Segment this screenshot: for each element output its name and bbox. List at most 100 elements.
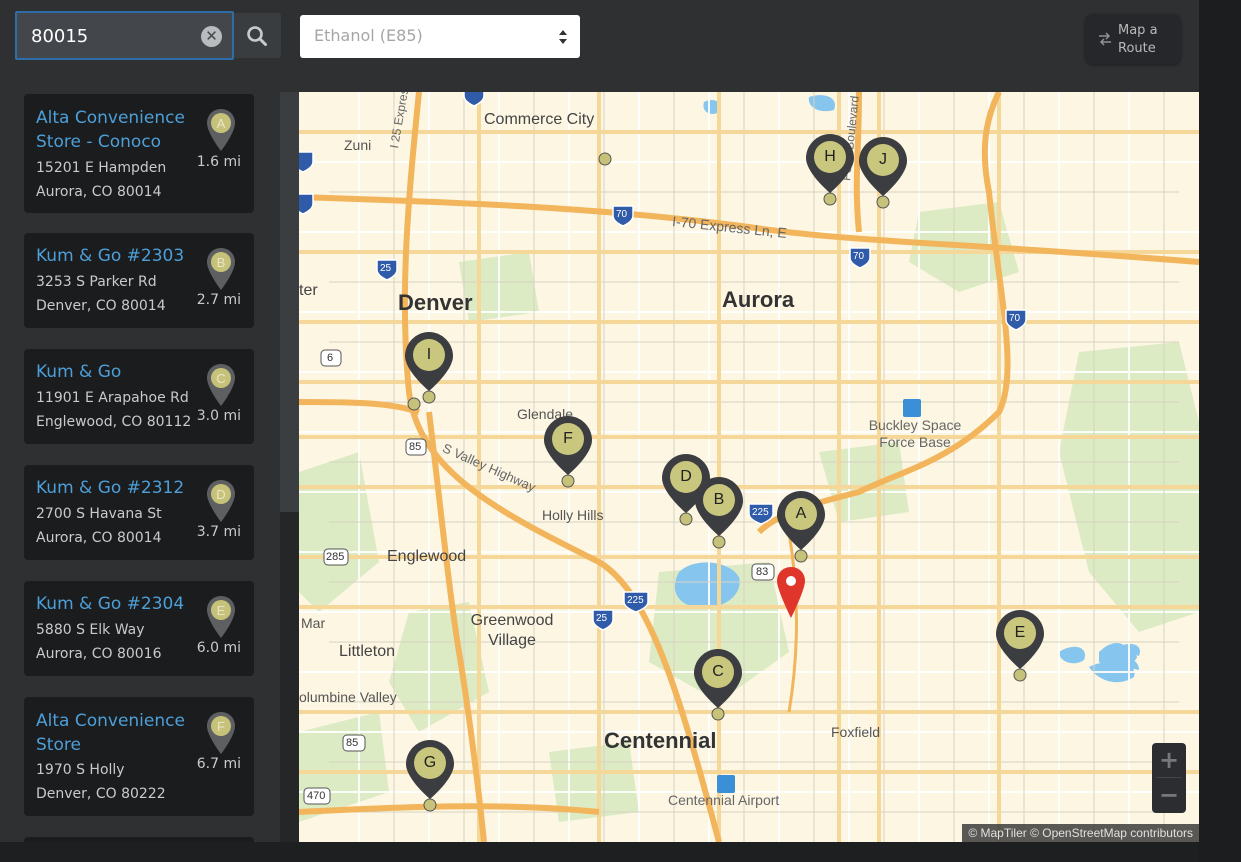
- station-marker-icon: C: [207, 364, 235, 406]
- map-label-ter: ter: [299, 282, 318, 299]
- station-marker-letter: D: [216, 487, 225, 502]
- station-card-a[interactable]: Alta Convenience Store - Conoco 15201 E …: [24, 94, 254, 213]
- shield-number: 225: [627, 595, 644, 606]
- map-pin-icon: [777, 491, 825, 563]
- map-label-columbine-valley: olumbine Valley: [299, 689, 397, 705]
- station-card-d[interactable]: Kum & Go #2312 2700 S Havana St Aurora, …: [24, 465, 254, 560]
- station-card-c[interactable]: Kum & Go 11901 E Arapahoe Rd Englewood, …: [24, 349, 254, 444]
- shield-number: 25: [380, 263, 392, 274]
- map-pin-letter: D: [680, 468, 692, 485]
- shield-number: 25: [596, 613, 608, 624]
- station-name[interactable]: Kum & Go #2304: [36, 592, 206, 616]
- station-card-b[interactable]: Kum & Go #2303 3253 S Parker Rd Denver, …: [24, 233, 254, 328]
- map-pin-f[interactable]: F: [543, 415, 593, 491]
- station-marker-letter: B: [217, 255, 226, 270]
- map-pin-letter: I: [426, 346, 432, 363]
- current-location-pin: [777, 567, 805, 618]
- station-marker-icon: D: [207, 480, 235, 522]
- shield-number: 83: [756, 566, 769, 578]
- station-card-e[interactable]: Kum & Go #2304 5880 S Elk Way Aurora, CO…: [24, 581, 254, 676]
- map-pin-e[interactable]: E: [995, 609, 1045, 685]
- app-root: ✕ Ethanol (E85) Map a Route Alta Conveni…: [0, 0, 1241, 862]
- map-pin-letter: H: [824, 148, 836, 165]
- station-street: 3253 S Parker Rd: [36, 274, 157, 290]
- station-name[interactable]: Kum & Go #2303: [36, 244, 206, 268]
- station-distance: 6.7 mi: [196, 756, 241, 772]
- station-marker-letter: A: [217, 116, 226, 131]
- station-city: Aurora, CO 80016: [36, 646, 162, 662]
- map-pin-d[interactable]: D: [661, 453, 711, 529]
- map-pin-h[interactable]: H: [805, 133, 855, 209]
- station-distance: 1.6 mi: [196, 154, 241, 170]
- station-distance: 3.0 mi: [196, 408, 241, 424]
- map-route-label: Map a Route: [1118, 23, 1158, 56]
- map-label-littleton: Littleton: [339, 643, 396, 660]
- search-icon: [247, 26, 267, 46]
- shield-number: 70: [1009, 313, 1021, 324]
- shield-number: 85: [409, 441, 422, 453]
- zoom-in-button[interactable]: +: [1152, 743, 1186, 777]
- station-name[interactable]: Kum & Go: [36, 360, 196, 384]
- station-city: Englewood, CO 80112: [36, 414, 192, 430]
- list-scrollbar-thumb[interactable]: [280, 92, 299, 512]
- station-street: 2700 S Havana St: [36, 506, 162, 522]
- map-label-commerce-city: Commerce City: [484, 111, 595, 128]
- map-pin-c[interactable]: C: [693, 648, 743, 724]
- select-arrows-icon: [559, 30, 567, 44]
- station-card-f[interactable]: Alta Convenience Store 1970 S Holly Denv…: [24, 697, 254, 816]
- map-base: [299, 92, 1199, 842]
- shield-number: 470: [307, 790, 326, 802]
- map-pin-icon: [859, 137, 907, 209]
- shield-number: 6: [327, 352, 334, 364]
- zoom-out-button[interactable]: −: [1152, 778, 1186, 812]
- station-city: Denver, CO 80014: [36, 298, 166, 314]
- station-marker-icon: E: [207, 596, 235, 638]
- map-pin-a[interactable]: A: [776, 490, 826, 566]
- map-label-englewood: Englewood: [387, 548, 467, 565]
- shield-number: 225: [752, 507, 769, 518]
- map-label-greenwood-village: Greenwood Village: [470, 612, 554, 649]
- search-button[interactable]: [234, 13, 281, 58]
- station-name[interactable]: Alta Convenience Store: [36, 709, 196, 757]
- map-pin-icon: [405, 332, 453, 404]
- map-pin-icon: [996, 610, 1044, 682]
- station-marker-letter: E: [217, 603, 226, 618]
- station-distance: 2.7 mi: [196, 292, 241, 308]
- map-label-holly-hills: Holly Hills: [542, 507, 604, 523]
- clear-icon[interactable]: ✕: [201, 26, 222, 47]
- fuel-type-selected-value: Ethanol (E85): [314, 26, 423, 45]
- map-attribution[interactable]: © MapTiler © OpenStreetMap contributors: [962, 824, 1199, 842]
- shield-number: 85: [346, 737, 359, 749]
- map-label-centennial: Centennial: [604, 728, 717, 753]
- station-street: 1970 S Holly: [36, 762, 125, 778]
- station-marker-icon: B: [207, 248, 235, 290]
- station-name[interactable]: Alta Convenience Store - Conoco: [36, 106, 196, 154]
- route-icon: [1099, 32, 1111, 46]
- search-input[interactable]: [31, 23, 196, 49]
- station-distance: 6.0 mi: [196, 640, 241, 656]
- station-street: 5880 S Elk Way: [36, 622, 145, 638]
- station-street: 15201 E Hampden: [36, 160, 167, 176]
- map-pin-letter: E: [1014, 624, 1026, 641]
- station-marker-icon: F: [207, 712, 235, 754]
- map-pin-g[interactable]: G: [405, 739, 455, 815]
- map[interactable]: 70 25 6 85 225 83 285 470 70 70 25 225 8…: [299, 92, 1199, 842]
- station-city: Aurora, CO 80014: [36, 184, 162, 200]
- station-list: Alta Convenience Store - Conoco 15201 E …: [0, 92, 280, 842]
- map-pin-letter: J: [879, 151, 887, 168]
- map-pin-j[interactable]: J: [858, 136, 908, 212]
- map-route-button[interactable]: Map a Route: [1085, 14, 1181, 64]
- search-box: ✕: [15, 11, 234, 60]
- fuel-type-select[interactable]: Ethanol (E85): [300, 15, 580, 58]
- station-name[interactable]: Kum & Go #2312: [36, 476, 206, 500]
- shield-number: 285: [326, 551, 345, 563]
- map-pin-i[interactable]: I: [404, 331, 454, 407]
- map-label-buckley: Buckley Space Force Base: [868, 417, 962, 450]
- map-label-aurora: Aurora: [722, 287, 795, 312]
- map-label-denver: Denver: [398, 290, 473, 315]
- right-edge-panel: [1199, 0, 1241, 862]
- map-pin-letter: C: [712, 663, 724, 680]
- station-city: Denver, CO 80222: [36, 786, 166, 802]
- shield-number: 70: [616, 209, 628, 220]
- station-marker-letter: F: [217, 719, 225, 734]
